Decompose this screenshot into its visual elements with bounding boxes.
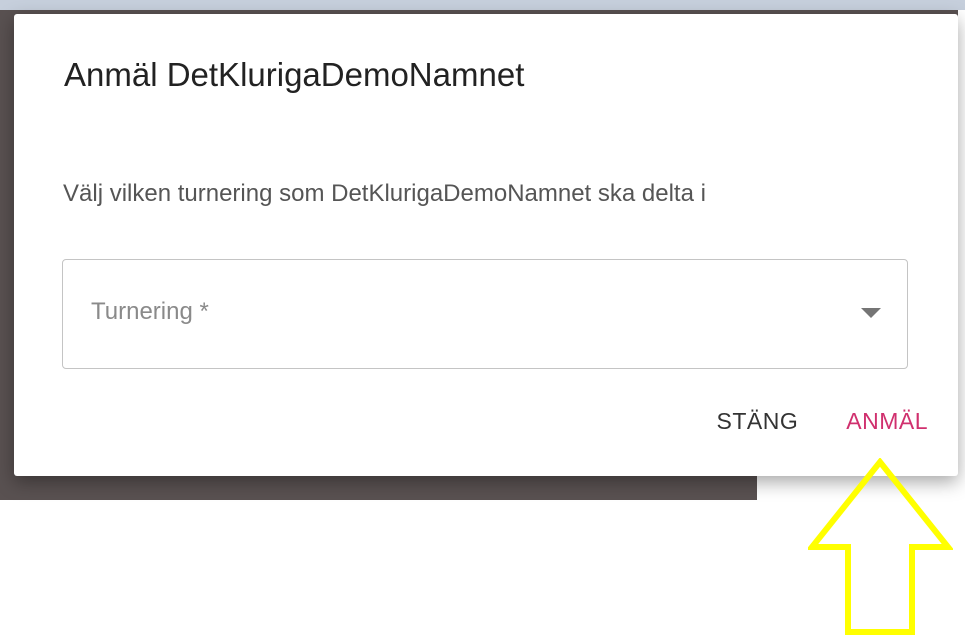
- up-arrow-icon: [808, 458, 953, 635]
- dialog-title: Anmäl DetKlurigaDemoNamnet: [64, 56, 525, 93]
- caret-down-icon: [861, 308, 881, 318]
- register-button[interactable]: ANMÄL: [846, 408, 928, 435]
- close-button[interactable]: STÄNG: [717, 408, 799, 435]
- dialog-actions: STÄNG ANMÄL: [717, 408, 928, 435]
- backdrop-edge: [958, 10, 965, 452]
- register-dialog: Anmäl DetKlurigaDemoNamnet Välj vilken t…: [14, 14, 958, 476]
- dialog-description: Välj vilken turnering som DetKlurigaDemo…: [63, 180, 706, 207]
- screen: Anmäl DetKlurigaDemoNamnet Välj vilken t…: [0, 0, 965, 641]
- tournament-select-label: Turnering *: [91, 298, 209, 325]
- tournament-select[interactable]: Turnering *: [62, 259, 908, 369]
- backdrop-topbar: [0, 0, 965, 10]
